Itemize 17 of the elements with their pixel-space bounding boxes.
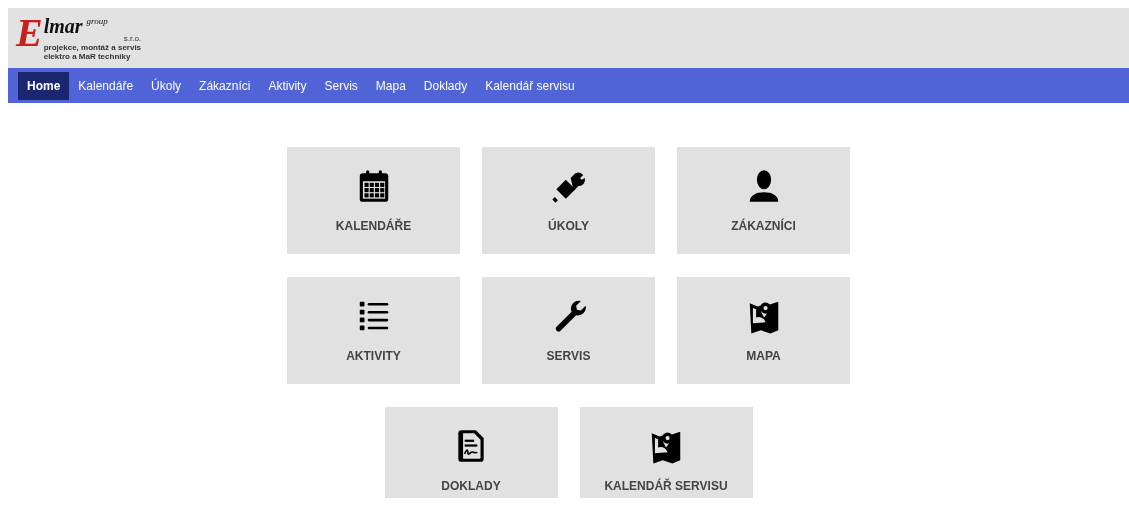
nav-item[interactable]: Home: [18, 71, 70, 100]
nav-item[interactable]: Doklady: [414, 71, 477, 100]
nav-item[interactable]: Aktivity: [259, 71, 316, 100]
module-tile[interactable]: ÚKOLY: [482, 147, 655, 254]
module-tile[interactable]: KALENDÁŘE: [287, 147, 460, 254]
nav-item[interactable]: Úkoly: [142, 71, 191, 100]
module-tile[interactable]: AKTIVITY: [287, 277, 460, 384]
module-tile[interactable]: MAPA: [677, 277, 850, 384]
nav-item[interactable]: Zákazníci: [190, 71, 260, 100]
module-tile[interactable]: KALENDÁŘ SERVISU: [579, 407, 753, 498]
module-tile[interactable]: ZÁKAZNÍCI: [677, 147, 850, 254]
module-tile[interactable]: SERVIS: [482, 277, 655, 384]
nav-item[interactable]: Kalendáře: [69, 71, 143, 100]
nav-item[interactable]: Kalendář servisu: [476, 71, 584, 100]
nav-item[interactable]: Mapa: [366, 71, 415, 100]
nav-item[interactable]: Servis: [315, 71, 367, 100]
module-tile[interactable]: DOKLADY: [384, 407, 558, 498]
